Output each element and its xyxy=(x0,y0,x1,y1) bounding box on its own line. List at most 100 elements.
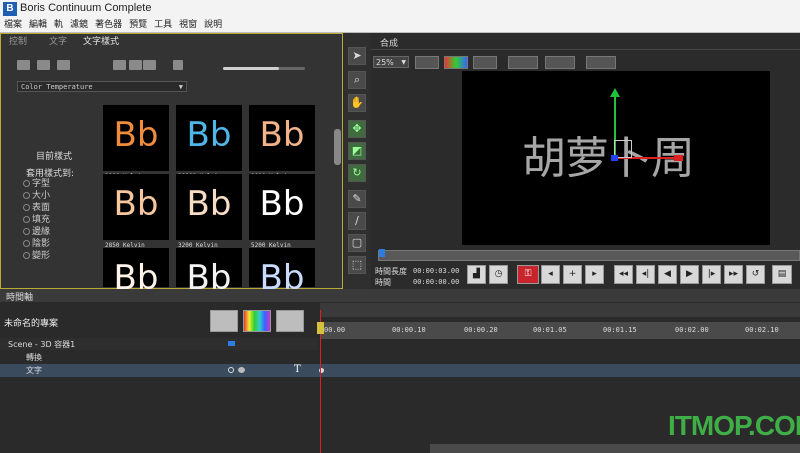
option-warp[interactable]: 變形 xyxy=(23,248,50,261)
open-folder-icon[interactable] xyxy=(276,310,304,332)
radio-icon xyxy=(23,192,30,199)
gizmo-x-handle-icon xyxy=(674,155,683,161)
zoom-select[interactable]: 25% ▼ xyxy=(373,56,409,68)
view-mode-button[interactable] xyxy=(415,56,439,69)
duration-label: 時間長度 xyxy=(375,267,407,276)
stairs-icon[interactable]: ▟ xyxy=(467,265,486,284)
hand-pan-icon[interactable]: ✋ xyxy=(348,94,366,112)
rotate-icon[interactable]: ↻ xyxy=(348,164,366,182)
clock-icon[interactable]: ◷ xyxy=(489,265,508,284)
add-preset-icon[interactable] xyxy=(113,60,126,70)
canvas-text-object[interactable]: 胡萝卜周 xyxy=(522,133,695,185)
menu-tools[interactable]: 工具 xyxy=(151,18,175,32)
ruler-tick-label: 00:01.05 xyxy=(533,326,567,334)
menu-filter[interactable]: 濾鏡 xyxy=(67,18,91,32)
camera-view-button[interactable] xyxy=(545,56,575,69)
scale-icon[interactable]: ◩ xyxy=(348,142,366,160)
ruler-tick-label: 00:00.20 xyxy=(464,326,498,334)
tab-text-style[interactable]: 文字樣式 xyxy=(83,36,119,48)
ruler-tick-label: 00:02.00 xyxy=(675,326,709,334)
menu-track[interactable]: 軌 xyxy=(51,18,66,32)
zoom-magnifier-icon[interactable]: ⌕ xyxy=(348,71,366,89)
preview-scrubber[interactable] xyxy=(378,250,800,261)
preset-thumbnail[interactable]: Bb xyxy=(103,105,169,171)
play-icon[interactable]: ▶ xyxy=(680,265,699,284)
preset-thumbnail[interactable]: Bb xyxy=(249,174,315,240)
preset-thumbnail-glyph: Bb xyxy=(113,115,159,155)
step-forward-icon[interactable]: |▸ xyxy=(702,265,721,284)
divider xyxy=(371,49,800,50)
playhead-handle[interactable] xyxy=(317,322,324,334)
menu-window[interactable]: 視窗 xyxy=(176,18,200,32)
menu-help[interactable]: 說明 xyxy=(201,18,225,32)
menu-shader[interactable]: 著色器 xyxy=(92,18,125,32)
text-track-row[interactable] xyxy=(0,364,800,377)
ruler-tick-label: 00:01.15 xyxy=(603,326,637,334)
fast-forward-icon[interactable]: ▸▸ xyxy=(724,265,743,284)
eye-icon[interactable] xyxy=(238,367,245,373)
background-button[interactable] xyxy=(473,56,497,69)
project-name: 未命名的專案 xyxy=(4,319,59,329)
step-back-icon[interactable]: ◂| xyxy=(636,265,655,284)
loop-icon[interactable]: ↺ xyxy=(746,265,765,284)
transform-box-icon[interactable]: ⬚ xyxy=(348,256,366,274)
menu-edit[interactable]: 編輯 xyxy=(26,18,50,32)
transform-track-row[interactable]: 轉換 xyxy=(0,351,318,363)
keyframe-key-icon[interactable]: ⚿ xyxy=(517,265,539,284)
folder-up-icon[interactable] xyxy=(17,60,30,70)
render-icon[interactable]: ▤ xyxy=(772,265,792,284)
folder-icon[interactable] xyxy=(37,60,50,70)
tab-composite[interactable]: 合成 xyxy=(380,36,398,49)
save-preset-icon[interactable] xyxy=(129,60,142,70)
brush-icon[interactable]: ∕ xyxy=(348,212,366,230)
tab-controls[interactable]: 控制 xyxy=(9,36,27,48)
scrubber-handle[interactable] xyxy=(379,249,385,257)
option-warp-label: 變形 xyxy=(32,251,51,261)
current-style-label: 目前樣式 xyxy=(36,152,73,162)
layout-button[interactable] xyxy=(586,56,616,69)
next-keyframe-icon[interactable]: ▸ xyxy=(585,265,604,284)
tool-palette: ➤ ⌕ ✋ ✥ ◩ ↻ ✎ ∕ ▢ ⬚ xyxy=(345,33,369,289)
text-track-label: 文字 xyxy=(26,366,42,375)
window-title: Boris Continuum Complete xyxy=(20,2,152,14)
library-scrollbar[interactable] xyxy=(334,129,341,165)
menu-file[interactable]: 檔案 xyxy=(1,18,25,32)
move-axes-icon[interactable]: ✥ xyxy=(348,120,366,138)
rewind-icon[interactable]: ◂◂ xyxy=(614,265,633,284)
delete-preset-icon[interactable] xyxy=(143,60,156,70)
tab-text[interactable]: 文字 xyxy=(49,36,67,48)
scene-row[interactable]: Scene - 3D 容器1 xyxy=(0,338,318,350)
preset-thumbnail[interactable]: Bb xyxy=(249,105,315,171)
folder-open-icon[interactable] xyxy=(57,60,70,70)
preset-thumbnail[interactable]: Bb xyxy=(103,248,169,298)
safe-area-button[interactable] xyxy=(508,56,538,69)
preset-thumbnail-glyph: Bb xyxy=(186,184,232,224)
preset-thumbnail[interactable]: Bb xyxy=(176,105,242,171)
new-track-icon[interactable] xyxy=(210,310,238,332)
preset-thumbnail[interactable]: Bb xyxy=(103,174,169,240)
scene-folder-icon[interactable] xyxy=(228,341,235,346)
preset-thumbnail[interactable]: Bb xyxy=(249,248,315,298)
prev-keyframe-icon[interactable]: ◂ xyxy=(541,265,560,284)
preset-thumbnail[interactable]: Bb xyxy=(176,174,242,240)
crop-icon[interactable]: ▢ xyxy=(348,234,366,252)
pen-icon[interactable]: ✎ xyxy=(348,190,366,208)
ruler-tick-label: 00:02.10 xyxy=(745,326,779,334)
menu-preview[interactable]: 預覽 xyxy=(126,18,150,32)
ruler-tick-label: 00.00 xyxy=(324,326,346,334)
view-toggle-icon[interactable] xyxy=(173,60,183,70)
preset-category-select[interactable]: Color Temperature ▼ xyxy=(17,81,187,92)
select-arrow-icon[interactable]: ➤ xyxy=(348,47,366,65)
gizmo-y-arrow-icon xyxy=(610,88,620,97)
visibility-icon[interactable] xyxy=(228,367,234,373)
preset-thumbnail[interactable]: Bb xyxy=(176,248,242,298)
color-channel-button[interactable] xyxy=(444,56,468,69)
watermark: ITMOP.COM xyxy=(668,410,800,441)
timeline-hscrollbar[interactable] xyxy=(430,444,800,453)
duration-value: 00:00:03.00 xyxy=(413,267,460,275)
work-area-bar[interactable] xyxy=(320,303,800,317)
tab-timeline[interactable]: 時間軸 xyxy=(6,290,33,303)
add-keyframe-icon[interactable]: + xyxy=(563,265,582,284)
color-bars-icon[interactable] xyxy=(243,310,271,332)
play-reverse-icon[interactable]: ◀ xyxy=(658,265,677,284)
